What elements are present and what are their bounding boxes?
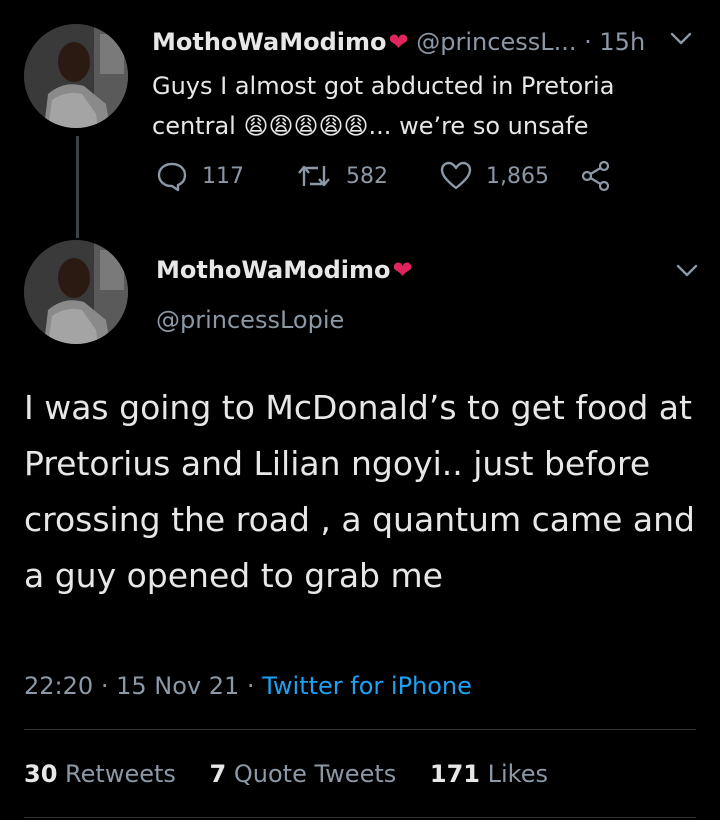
quote-total: 7 xyxy=(209,760,227,788)
engagement-stats: 30 Retweets 7 Quote Tweets 171 Likes xyxy=(24,760,574,788)
tweet-time[interactable]: 22:20 xyxy=(24,672,93,700)
tweet-source-link[interactable]: Twitter for iPhone xyxy=(262,672,472,700)
likes-stat[interactable]: 171 Likes xyxy=(430,760,548,788)
parent-tweet-text: Guys I almost got abducted in Pretoria c… xyxy=(152,72,615,140)
main-tweet-text: I was going to McDonald’s to get food at… xyxy=(24,388,695,595)
quote-tweets-stat[interactable]: 7 Quote Tweets xyxy=(210,760,397,788)
reply-count: 117 xyxy=(202,163,244,189)
chevron-down-icon[interactable] xyxy=(670,32,692,46)
like-total: 171 xyxy=(429,760,480,788)
parent-tweet-header: MothoWaModimo❤ @princessL... · 15h xyxy=(152,28,645,56)
thread-line xyxy=(76,136,79,238)
display-name[interactable]: MothoWaModimo xyxy=(152,28,387,56)
reply-icon xyxy=(157,162,187,192)
handle[interactable]: @princessL... xyxy=(416,28,576,56)
heart-icon xyxy=(440,161,472,190)
profile-photo-icon xyxy=(24,240,128,344)
heart-emoji: ❤ xyxy=(392,256,413,284)
divider xyxy=(24,817,696,818)
display-name[interactable]: MothoWaModimo xyxy=(156,256,391,284)
reply-action[interactable]: 117 xyxy=(156,160,244,192)
retweet-icon xyxy=(298,165,330,187)
profile-photo-icon xyxy=(24,24,128,128)
retweet-count: 582 xyxy=(346,163,388,189)
quote-tweets-label: Quote Tweets xyxy=(233,760,397,788)
share-action[interactable] xyxy=(580,160,612,192)
like-count: 1,865 xyxy=(486,163,549,189)
tweet-time-ago[interactable]: 15h xyxy=(599,28,645,56)
divider xyxy=(24,729,696,730)
avatar[interactable] xyxy=(24,240,128,344)
retweet-total: 30 xyxy=(24,760,58,788)
handle[interactable]: @princessLopie xyxy=(156,306,344,334)
tweet-date[interactable]: 15 Nov 21 xyxy=(116,672,239,700)
avatar[interactable] xyxy=(24,24,128,128)
heart-emoji: ❤ xyxy=(388,28,409,56)
tweet-metadata: 22:20 · 15 Nov 21 · Twitter for iPhone xyxy=(24,672,472,700)
separator-dot: · xyxy=(584,28,592,56)
retweet-action[interactable]: 582 xyxy=(296,160,388,192)
share-icon xyxy=(581,160,610,192)
retweets-stat[interactable]: 30 Retweets xyxy=(24,760,176,788)
likes-label: Likes xyxy=(487,760,548,788)
like-action[interactable]: 1,865 xyxy=(440,160,549,192)
separator-dot: · xyxy=(246,672,255,700)
main-tweet-name: MothoWaModimo❤ xyxy=(156,256,413,284)
chevron-down-icon[interactable] xyxy=(676,264,698,278)
separator-dot: · xyxy=(100,672,109,700)
retweets-label: Retweets xyxy=(65,760,176,788)
